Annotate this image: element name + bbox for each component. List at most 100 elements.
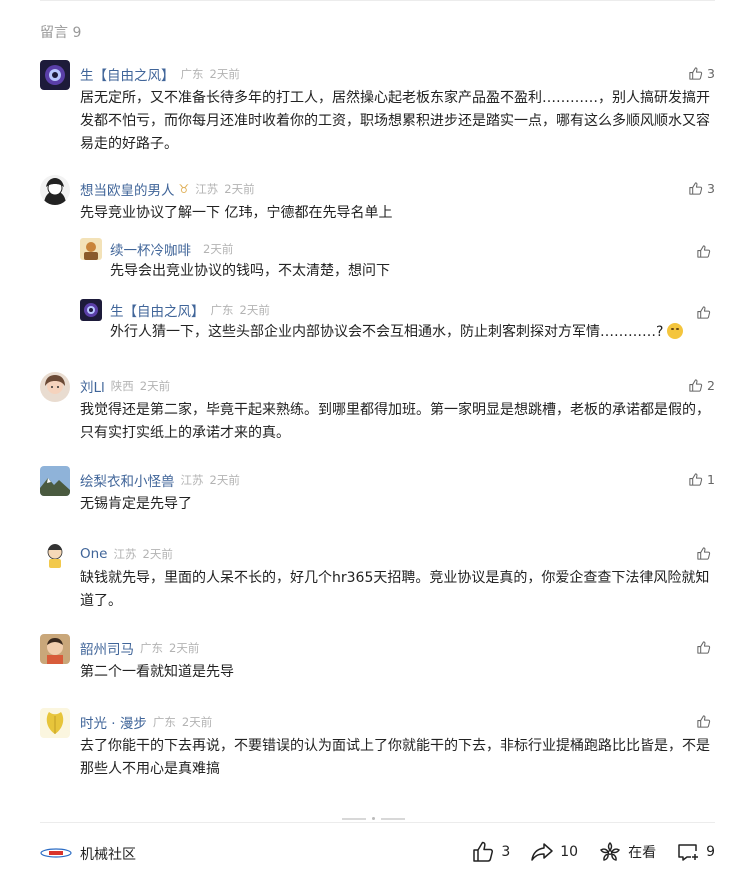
reply-username[interactable]: 续一杯冷咖啡 xyxy=(110,239,191,259)
avatar[interactable] xyxy=(40,372,70,402)
comment-button[interactable]: 9 xyxy=(676,840,715,864)
comment-location: 广东 xyxy=(180,67,204,81)
thumbs-up-icon xyxy=(697,305,711,319)
comment-item: 绘梨衣和小怪兽 江苏 2天前 1 无锡肯定是先导了 xyxy=(40,466,715,514)
reply-location: 广东 xyxy=(210,303,234,317)
article-like-button[interactable]: 3 xyxy=(471,840,510,864)
share-count: 10 xyxy=(560,844,579,860)
top-divider xyxy=(40,0,715,1)
comment-location: 江苏 xyxy=(180,473,204,487)
thumbs-up-icon xyxy=(473,841,494,862)
thumbs-up-icon xyxy=(697,546,711,560)
thumbs-up-icon xyxy=(689,378,703,392)
comment-item: One 江苏 2天前 缺钱就先导，里面的人呆不长的，好几个hr365天招聘。竞业… xyxy=(40,540,715,610)
comment-username[interactable]: One xyxy=(80,546,108,562)
comment-count: 9 xyxy=(706,844,715,860)
comment-text: 缺钱就先导，里面的人呆不长的，好几个hr365天招聘。竞业协议是真的，你爱企查查… xyxy=(80,570,710,609)
comment-location: 广东 xyxy=(152,715,176,729)
thumbs-up-icon xyxy=(689,181,703,195)
reply-time: 2天前 xyxy=(203,242,234,256)
like-count: 1 xyxy=(707,471,715,487)
comment-username[interactable]: 刘Ll xyxy=(80,376,105,396)
share-button[interactable]: 10 xyxy=(530,840,578,864)
avatar[interactable] xyxy=(40,540,70,570)
grimace-emoji-icon xyxy=(667,323,684,339)
flower-icon xyxy=(600,842,621,861)
watching-button[interactable]: 在看 xyxy=(598,840,656,864)
like-count: 3 xyxy=(707,65,715,81)
comment-location: 广东 xyxy=(140,641,163,655)
scroll-indicator-dot xyxy=(372,817,375,820)
comment-time: 2天前 xyxy=(181,715,213,729)
comment-time: 2天前 xyxy=(209,67,240,81)
watching-label: 在看 xyxy=(628,845,657,861)
comments-section-title: 留言 9 xyxy=(40,25,82,41)
reply-time: 2天前 xyxy=(239,303,270,317)
comment-item: 刘Ll 陕西 2天前 2 我觉得还是第二家，毕竟干起来熟练。到哪里都得加班。第一… xyxy=(40,372,715,442)
thumbs-up-icon xyxy=(697,244,711,258)
comment-time: 2天前 xyxy=(142,547,173,561)
reply-item: 生【自由之风】 广东 2天前 外行人猜一下，这些头部企业内部协议会不会互相通水，… xyxy=(80,299,715,349)
avatar[interactable] xyxy=(40,60,70,90)
thumbs-up-icon xyxy=(697,714,711,728)
brand-name[interactable]: 机械社区 xyxy=(80,844,136,864)
avatar[interactable] xyxy=(40,175,70,205)
like-button[interactable] xyxy=(696,303,715,321)
reply-username[interactable]: 生【自由之风】 xyxy=(110,300,205,320)
avatar[interactable] xyxy=(80,299,102,321)
comment-text: 无锡肯定是先导了 xyxy=(80,496,192,512)
thumbs-up-icon xyxy=(689,66,703,80)
like-button[interactable]: 3 xyxy=(688,64,715,82)
article-like-count: 3 xyxy=(501,844,511,860)
thumbs-up-icon xyxy=(697,640,711,654)
comment-text: 居无定所，又不准备长待多年的打工人，居然操心起老板东家产品盈不盈利…………，别人… xyxy=(80,90,710,152)
comment-username[interactable]: 时光 · 漫步 xyxy=(80,712,147,732)
comment-bubble-plus-icon xyxy=(678,844,699,861)
reply-text: 先导会出竞业协议的钱吗，不太清楚，想问下 xyxy=(110,263,390,279)
comment-text: 先导竞业协议了解一下 亿玮，宁德都在先导名单上 xyxy=(80,205,393,221)
like-button[interactable]: 2 xyxy=(688,376,715,394)
comment-time: 2天前 xyxy=(139,379,171,393)
like-count: 2 xyxy=(707,377,715,393)
like-button[interactable] xyxy=(696,544,715,562)
comment-time: 2天前 xyxy=(169,641,200,655)
like-button[interactable]: 1 xyxy=(688,470,715,488)
comment-username[interactable]: 绘梨衣和小怪兽 xyxy=(80,470,175,490)
like-button[interactable] xyxy=(696,242,715,260)
comment-item: 生【自由之风】 广东 2天前 3 居无定所，又不准备长待多年的打工人，居然操心起… xyxy=(40,60,715,152)
reply-text-wrap: 外行人猜一下，这些头部企业内部协议会不会互相通水，防止刺客刺探对方军情…………? xyxy=(110,321,715,344)
like-button[interactable] xyxy=(696,638,715,656)
comment-text: 第二个一看就知道是先导 xyxy=(80,664,234,680)
scroll-indicator-track xyxy=(342,817,366,820)
reply-text: 外行人猜一下，这些头部企业内部协议会不会互相通水，防止刺客刺探对方军情…………? xyxy=(110,324,664,340)
thumbs-up-icon xyxy=(689,472,703,486)
comment-location: 江苏 xyxy=(195,182,219,196)
comment-text: 我觉得还是第二家，毕竟干起来熟练。到哪里都得加班。第一家明显是想跳槽，老板的承诺… xyxy=(80,402,710,441)
reply-item: 续一杯冷咖啡 2天前 先导会出竞业协议的钱吗，不太清楚，想问下 xyxy=(80,238,715,284)
comment-username[interactable]: 想当欧皇的男人 xyxy=(80,179,175,199)
like-button[interactable] xyxy=(696,712,715,730)
comment-item: 时光 · 漫步 广东 2天前 去了你能干的下去再说，不要错误的认为面试上了你就能… xyxy=(40,708,715,778)
avatar[interactable] xyxy=(40,708,70,738)
comment-username[interactable]: 生【自由之风】 xyxy=(80,64,175,84)
like-count: 3 xyxy=(707,180,715,196)
scroll-indicator xyxy=(342,817,405,820)
avatar[interactable] xyxy=(40,466,70,496)
footer-actions: 3 10 在看 9 xyxy=(451,840,715,864)
comment-time: 2天前 xyxy=(224,182,255,196)
comment-text: 去了你能干的下去再说，不要错误的认为面试上了你就能干的下去，非标行业提桶跑路比比… xyxy=(80,738,710,777)
scroll-indicator-track xyxy=(381,817,405,820)
footer-divider xyxy=(40,822,715,823)
zodiac-badge-icon: ♉ xyxy=(178,182,190,196)
comment-username[interactable]: 韶州司马 xyxy=(80,638,134,658)
brand-logo-icon[interactable] xyxy=(40,848,72,858)
article-footer: 机械社区 3 10 在看 9 xyxy=(40,834,715,872)
comment-location: 江苏 xyxy=(113,547,137,561)
comment-time: 2天前 xyxy=(209,473,240,487)
share-arrow-icon xyxy=(531,843,553,861)
like-button[interactable]: 3 xyxy=(688,179,715,197)
comment-item: 想当欧皇的男人 ♉ 江苏 2天前 3 先导竞业协议了解一下 亿玮，宁德都在先导名… xyxy=(40,175,715,225)
comment-location: 陕西 xyxy=(110,379,134,393)
avatar[interactable] xyxy=(40,634,70,664)
avatar[interactable] xyxy=(80,238,102,260)
